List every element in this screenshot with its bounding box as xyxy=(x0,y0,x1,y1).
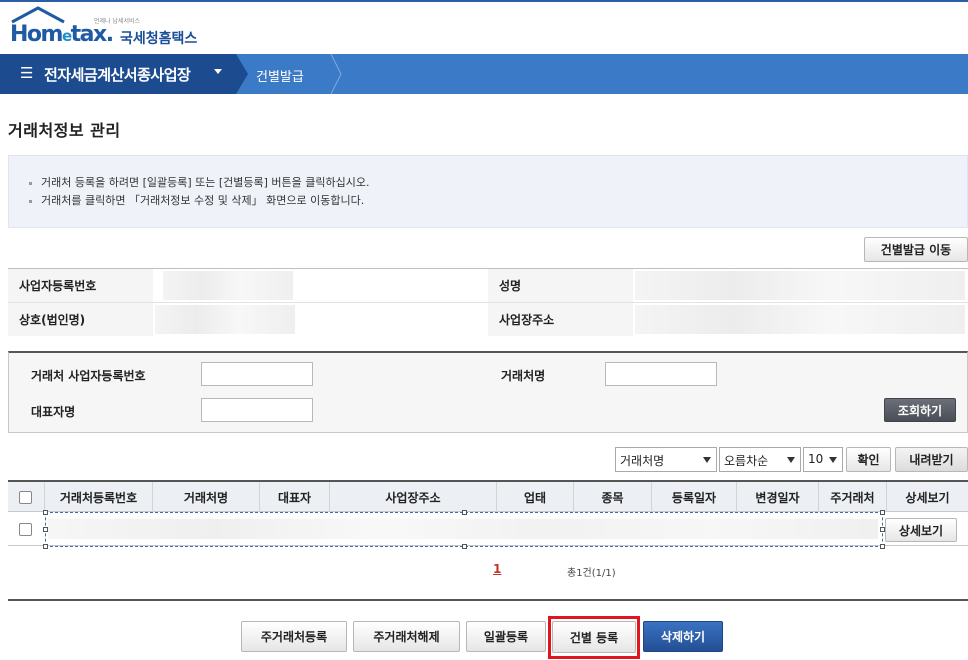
bulk-register-button[interactable]: 일괄등록 xyxy=(466,621,546,652)
selection-handle xyxy=(880,544,885,549)
selection-handle xyxy=(462,544,467,549)
top-accent-line xyxy=(0,0,968,2)
partner-table: 거래처등록번호 거래처명 대표자 사업장주소 업태 종목 등록일자 변경일자 주… xyxy=(8,480,968,549)
column-header[interactable]: 거래처등록번호 xyxy=(44,482,152,512)
search-panel: 거래처 사업자등록번호 거래처명 대표자명 조회하기 xyxy=(8,351,968,433)
select-all-checkbox[interactable] xyxy=(19,491,32,504)
pager-total: 총1건(1/1) xyxy=(567,568,616,579)
sort-field-select[interactable]: 거래처명 xyxy=(615,447,717,472)
search-button[interactable]: 조회하기 xyxy=(884,398,956,422)
notice-box: 거래처 등록을 하려면 [일괄등록] 또는 [건별등록] 버튼을 클릭하십시오.… xyxy=(8,155,968,228)
biz-no-value xyxy=(153,269,488,302)
selection-handle xyxy=(43,544,48,549)
logo-service-name: 국세청홈택스 xyxy=(120,31,198,47)
chevron-down-icon[interactable] xyxy=(214,69,222,74)
select-all-cell xyxy=(8,482,44,512)
breadcrumb-main-label[interactable]: 전자세금계산서종사업장 xyxy=(44,64,191,85)
notice-line: 거래처 등록을 하려면 [일괄등록] 또는 [건별등록] 버튼을 클릭하십시오. xyxy=(29,174,967,192)
delete-button[interactable]: 삭제하기 xyxy=(643,621,723,652)
notice-line: 거래처를 클릭하면 「거래처정보 수정 및 삭제」 화면으로 이동합니다. xyxy=(29,192,967,210)
company-label: 상호(법인명) xyxy=(8,303,153,336)
partner-biz-no-input[interactable] xyxy=(201,362,313,386)
column-header[interactable]: 사업장주소 xyxy=(329,482,496,512)
selection-handle xyxy=(462,510,467,515)
address-label: 사업장주소 xyxy=(488,303,633,336)
column-header[interactable]: 종목 xyxy=(573,482,651,512)
rep-name-input[interactable] xyxy=(201,398,313,422)
partner-name-input[interactable] xyxy=(605,362,717,386)
column-header: 상세보기 xyxy=(886,482,968,512)
selection-handle xyxy=(43,527,48,532)
partner-name-label: 거래처명 xyxy=(501,369,546,383)
section-divider xyxy=(8,599,968,601)
main-partner-register-button[interactable]: 주거래처등록 xyxy=(241,621,347,652)
download-button[interactable]: 내려받기 xyxy=(895,447,968,472)
highlight-box xyxy=(548,616,640,659)
hometax-logo[interactable]: 언제나 납세서비스 Hometax. 국세청홈택스 xyxy=(8,6,198,48)
column-header[interactable]: 주거래처 xyxy=(818,482,886,512)
page-title: 거래처정보 관리 xyxy=(8,121,121,140)
name-label: 성명 xyxy=(488,269,633,302)
page-size-select[interactable]: 10 xyxy=(803,447,843,472)
logo-wordmark: Hometax. xyxy=(10,22,114,47)
table-header: 거래처등록번호 거래처명 대표자 사업장주소 업태 종목 등록일자 변경일자 주… xyxy=(8,482,968,512)
column-header[interactable]: 대표자 xyxy=(259,482,329,512)
breadcrumb-arrow xyxy=(236,54,248,94)
breadcrumb-main-menu[interactable]: ☰ 전자세금계산서종사업장 xyxy=(0,54,236,94)
row-detail-button[interactable]: 상세보기 xyxy=(885,518,957,542)
selection-handle xyxy=(880,527,885,532)
biz-no-label: 사업자등록번호 xyxy=(8,269,153,302)
column-header[interactable]: 등록일자 xyxy=(651,482,736,512)
main-partner-release-button[interactable]: 주거래처해제 xyxy=(353,621,460,652)
breadcrumb-bar: ☰ 전자세금계산서종사업장 건별발급 xyxy=(0,54,968,94)
breadcrumb-sub-label[interactable]: 건별발급 xyxy=(256,66,304,85)
name-value xyxy=(633,269,968,302)
address-value xyxy=(633,303,968,336)
go-individual-issue-button[interactable]: 건별발급 이동 xyxy=(864,237,968,262)
column-header[interactable]: 변경일자 xyxy=(736,482,818,512)
company-value xyxy=(153,303,488,336)
business-info-table: 사업자등록번호 성명 상호(법인명) 사업장주소 xyxy=(8,268,968,336)
column-header[interactable]: 거래처명 xyxy=(152,482,259,512)
selection-handle xyxy=(43,510,48,515)
selection-handle xyxy=(880,510,885,515)
rep-name-label: 대표자명 xyxy=(31,405,76,419)
pager-page-1[interactable]: 1 xyxy=(493,562,501,576)
column-header[interactable]: 업태 xyxy=(496,482,573,512)
row-checkbox[interactable] xyxy=(19,523,32,536)
menu-icon[interactable]: ☰ xyxy=(20,64,33,82)
confirm-button[interactable]: 확인 xyxy=(846,447,891,472)
row-selection-outline xyxy=(43,510,885,549)
breadcrumb-separator-icon xyxy=(330,54,342,94)
partner-biz-no-label: 거래처 사업자등록번호 xyxy=(31,369,146,383)
sort-order-select[interactable]: 오름차순 xyxy=(719,447,801,472)
